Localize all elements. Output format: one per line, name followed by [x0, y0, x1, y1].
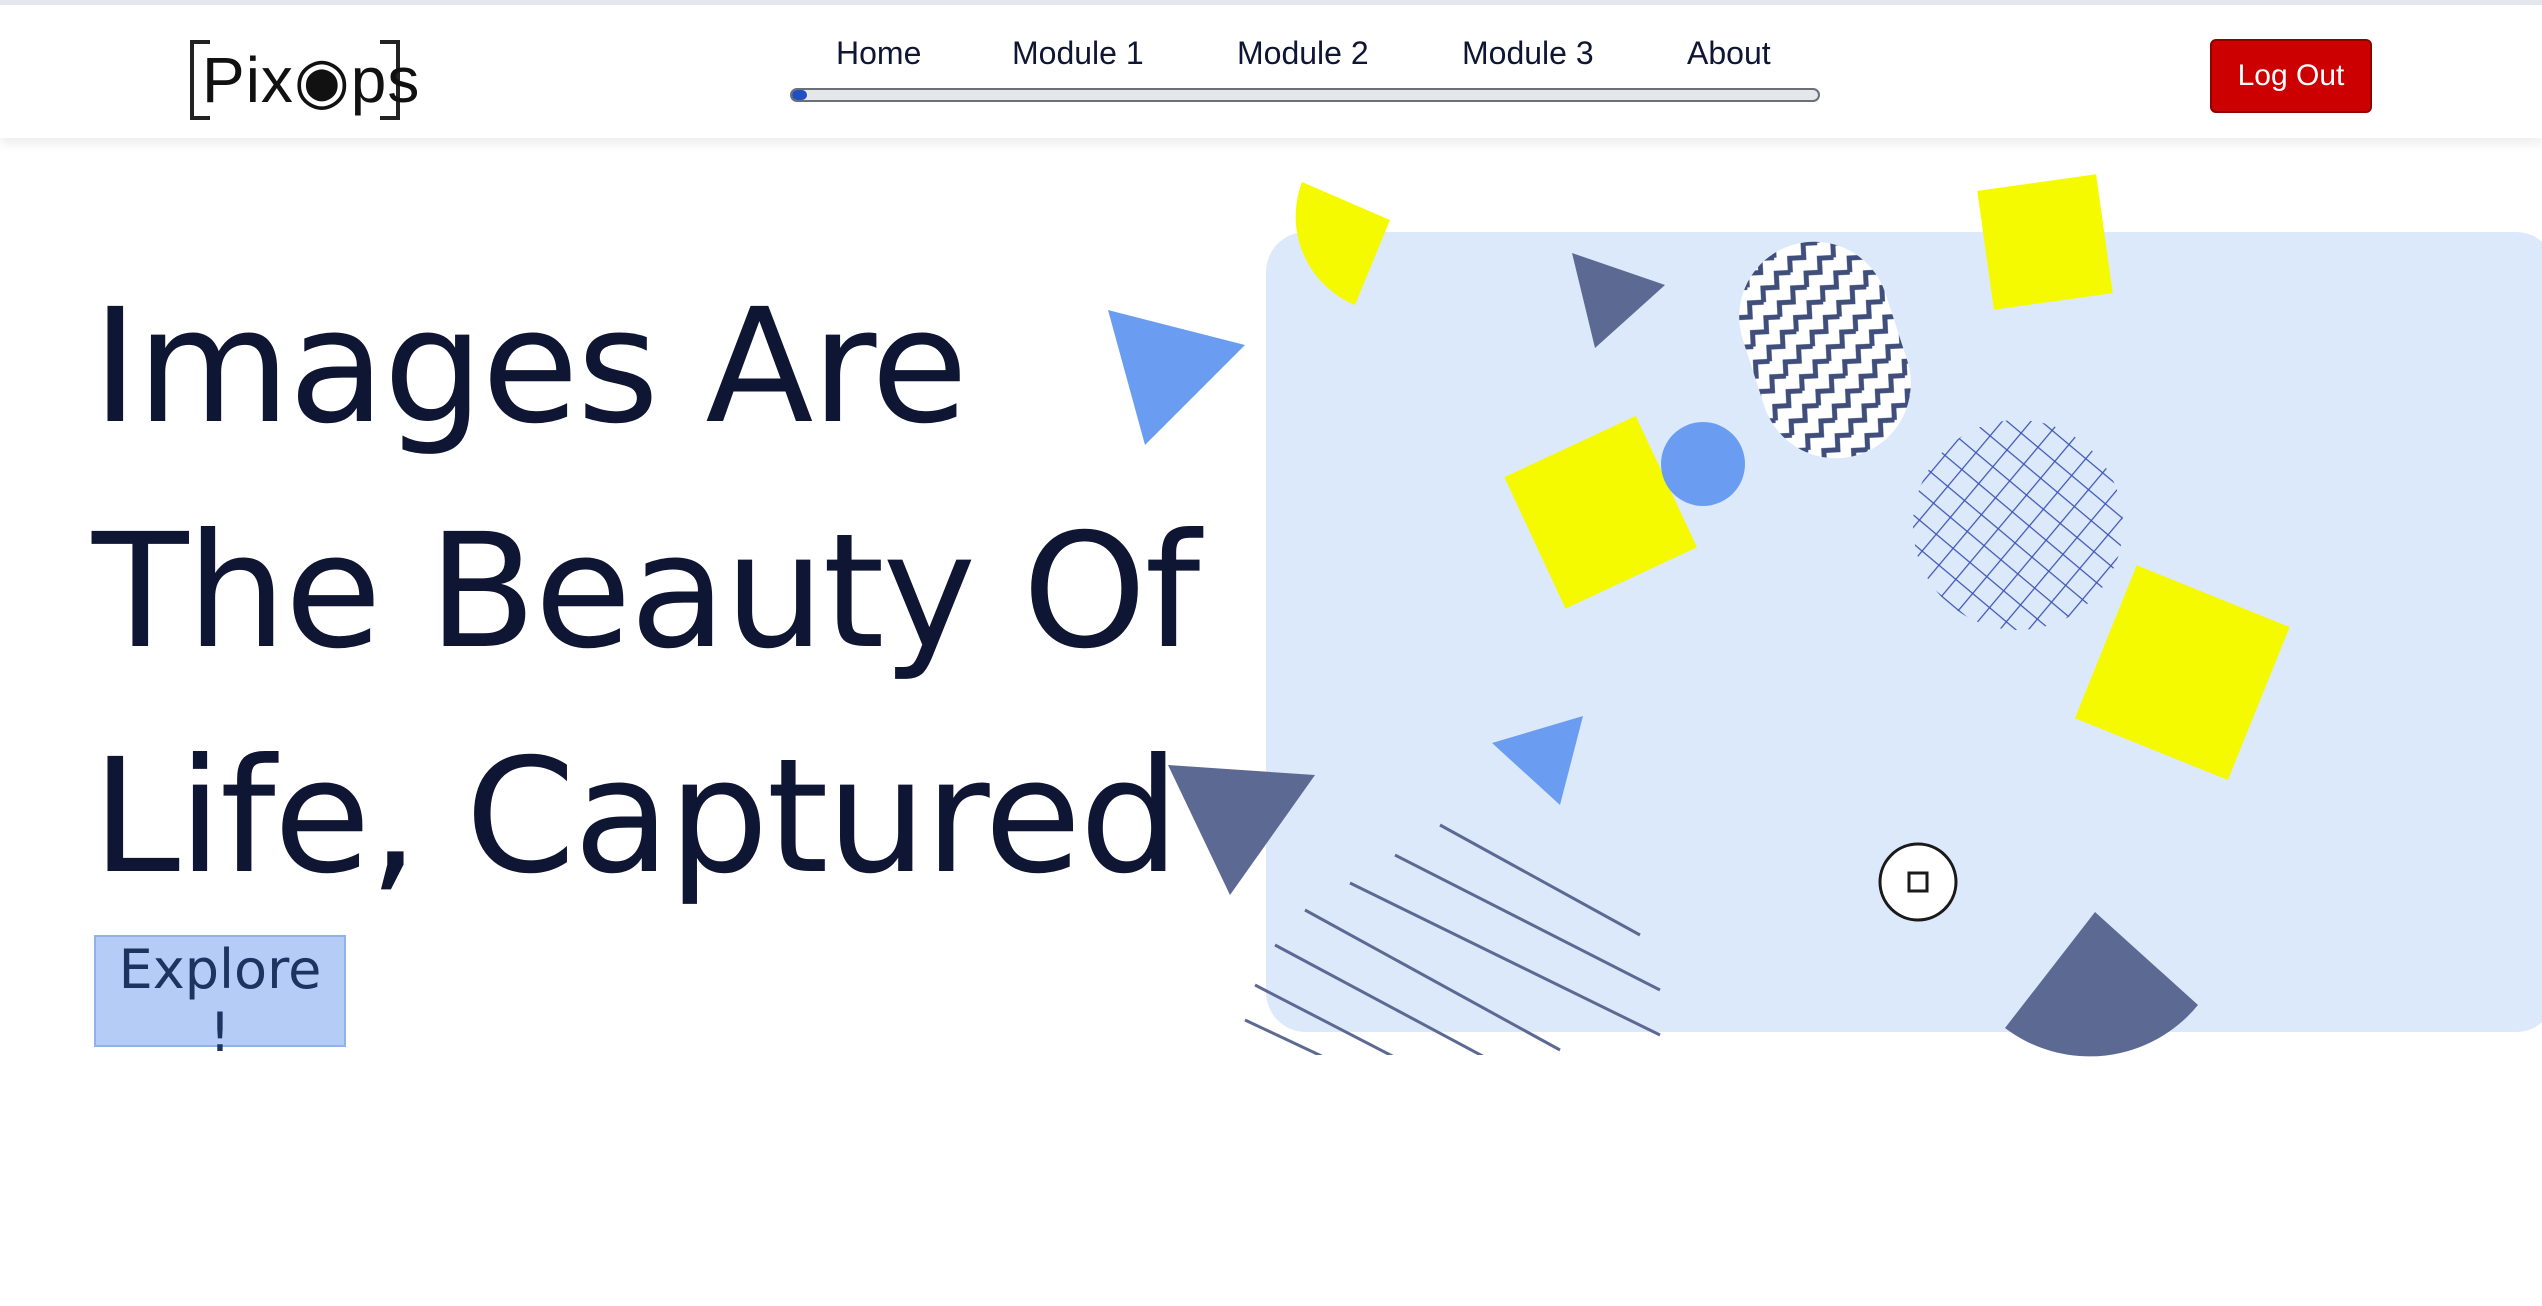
nav-about[interactable]: About	[1687, 31, 1771, 75]
logout-button[interactable]: Log Out	[2210, 39, 2372, 113]
yellow-square-right	[2074, 565, 2290, 781]
explore-button[interactable]: Explore !	[94, 935, 346, 1064]
module-progress-bar	[790, 88, 1820, 102]
yellow-square-top	[1977, 174, 2113, 310]
diagonal-hatch-lines	[1244, 823, 1661, 1055]
chevron-pill	[1739, 241, 1911, 459]
logo-text: Pix◉ps	[202, 44, 421, 116]
nav-module-1[interactable]: Module 1	[1012, 31, 1144, 75]
main-nav: Home Module 1 Module 2 Module 3 About	[790, 31, 1820, 81]
pixops-logo[interactable]: Pix◉ps	[190, 40, 419, 120]
nav-module-3[interactable]: Module 3	[1462, 31, 1594, 75]
slate-triangle-small	[1572, 253, 1665, 348]
yellow-square-left	[1504, 415, 1698, 609]
light-blue-panel	[1266, 232, 2542, 1032]
hero-title: Images Are The Beauty Of Life, Captured	[92, 255, 1200, 930]
slate-quarter-circle	[2005, 912, 2198, 1057]
yellow-half-circle	[1295, 182, 1390, 305]
top-navbar: Pix◉ps Home Module 1 Module 2 Module 3 A…	[0, 0, 2542, 138]
hero-title-line-3: Life, Captured	[92, 725, 1180, 909]
hero-title-line-2: The Beauty Of	[92, 500, 1200, 684]
grid-circle	[1913, 420, 2123, 630]
blue-triangle-small	[1492, 716, 1583, 805]
module-progress-fill	[792, 90, 808, 100]
record-stop-icon	[1878, 842, 1958, 922]
blue-circle	[1661, 422, 1745, 506]
nav-module-2[interactable]: Module 2	[1237, 31, 1369, 75]
hero-title-line-1: Images Are	[92, 275, 968, 459]
nav-home[interactable]: Home	[836, 31, 921, 75]
